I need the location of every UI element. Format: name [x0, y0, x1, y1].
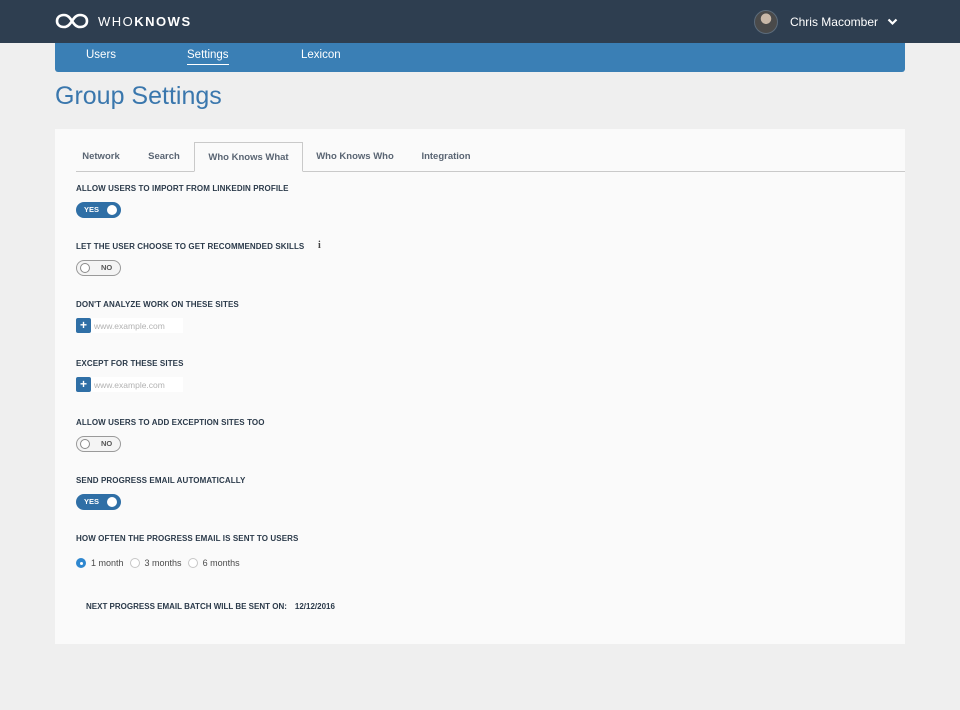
radio-1-month[interactable]: 1 month — [76, 558, 124, 568]
tab-search[interactable]: Search — [139, 142, 189, 171]
toggle-knob — [80, 263, 90, 273]
radio-label: 3 months — [144, 558, 182, 568]
recommended-skills-toggle[interactable]: NO — [76, 260, 121, 276]
progress-email-label: SEND PROGRESS EMAIL AUTOMATICALLY — [76, 476, 246, 485]
top-bar: WHOKNOWS Chris Macomber — [0, 0, 960, 43]
logo-text: WHOKNOWS — [98, 14, 192, 29]
infinity-icon — [55, 13, 89, 29]
tab-network[interactable]: Network — [76, 142, 126, 171]
nav-item-users[interactable]: Users — [86, 49, 116, 64]
toggle-label: NO — [101, 439, 113, 448]
page-title: Group Settings — [55, 82, 222, 110]
dont-analyze-label: DON'T ANALYZE WORK ON THESE SITES — [76, 300, 239, 309]
radio-label: 1 month — [91, 558, 124, 568]
plus-icon[interactable]: + — [76, 377, 91, 392]
frequency-radio-group: 1 month 3 months 6 months — [76, 558, 246, 568]
progress-email-toggle[interactable]: YES — [76, 494, 121, 510]
settings-tabs: Network Search Who Knows What Who Knows … — [76, 142, 905, 172]
plus-icon[interactable]: + — [76, 318, 91, 333]
toggle-label: NO — [101, 263, 113, 272]
main-nav: Users Settings Lexicon — [55, 43, 905, 72]
exception-sites-label: ALLOW USERS TO ADD EXCEPTION SITES TOO — [76, 418, 265, 427]
radio-button[interactable] — [187, 558, 198, 568]
toggle-knob — [107, 205, 117, 215]
radio-6-months[interactable]: 6 months — [187, 558, 240, 568]
exception-sites-toggle[interactable]: NO — [76, 436, 121, 452]
app-logo[interactable]: WHOKNOWS — [55, 12, 192, 30]
dont-analyze-row: + — [76, 318, 183, 333]
recommended-skills-label: LET THE USER CHOOSE TO GET RECOMMENDED S… — [76, 242, 305, 251]
except-site-input[interactable] — [91, 377, 183, 392]
logo-text-light: WHO — [98, 13, 135, 29]
import-linkedin-toggle[interactable]: YES — [76, 202, 121, 218]
import-linkedin-label: ALLOW USERS TO IMPORT FROM LINKEDIN PROF… — [76, 184, 289, 193]
logo-text-bold: KNOWS — [134, 13, 192, 29]
user-menu[interactable]: Chris Macomber — [753, 10, 898, 34]
next-batch-info: NEXT PROGRESS EMAIL BATCH WILL BE SENT O… — [86, 602, 335, 611]
except-sites-row: + — [76, 377, 183, 392]
settings-panel: Network Search Who Knows What Who Knows … — [55, 129, 905, 644]
avatar[interactable] — [753, 10, 778, 34]
radio-button[interactable] — [129, 558, 140, 568]
tab-who-knows-what[interactable]: Who Knows What — [194, 142, 303, 172]
toggle-label: YES — [84, 497, 100, 506]
next-batch-label: NEXT PROGRESS EMAIL BATCH WILL BE SENT O… — [86, 602, 287, 611]
dont-analyze-site-input[interactable] — [91, 318, 183, 333]
toggle-knob — [107, 497, 117, 507]
next-batch-date: 12/12/2016 — [294, 602, 335, 611]
user-name[interactable]: Chris Macomber — [790, 15, 878, 29]
info-icon[interactable]: i — [318, 240, 321, 251]
nav-item-lexicon[interactable]: Lexicon — [301, 49, 341, 64]
toggle-knob — [80, 439, 90, 449]
radio-label: 6 months — [202, 558, 240, 568]
except-sites-label: EXCEPT FOR THESE SITES — [76, 359, 184, 368]
nav-item-settings[interactable]: Settings — [187, 49, 229, 65]
tab-integration[interactable]: Integration — [412, 142, 480, 171]
radio-button[interactable] — [76, 558, 86, 568]
radio-3-months[interactable]: 3 months — [129, 558, 182, 568]
tab-who-knows-who[interactable]: Who Knows Who — [310, 142, 400, 171]
chevron-down-icon[interactable] — [887, 18, 898, 26]
toggle-label: YES — [84, 205, 100, 214]
frequency-label: HOW OFTEN THE PROGRESS EMAIL IS SENT TO … — [76, 534, 299, 543]
